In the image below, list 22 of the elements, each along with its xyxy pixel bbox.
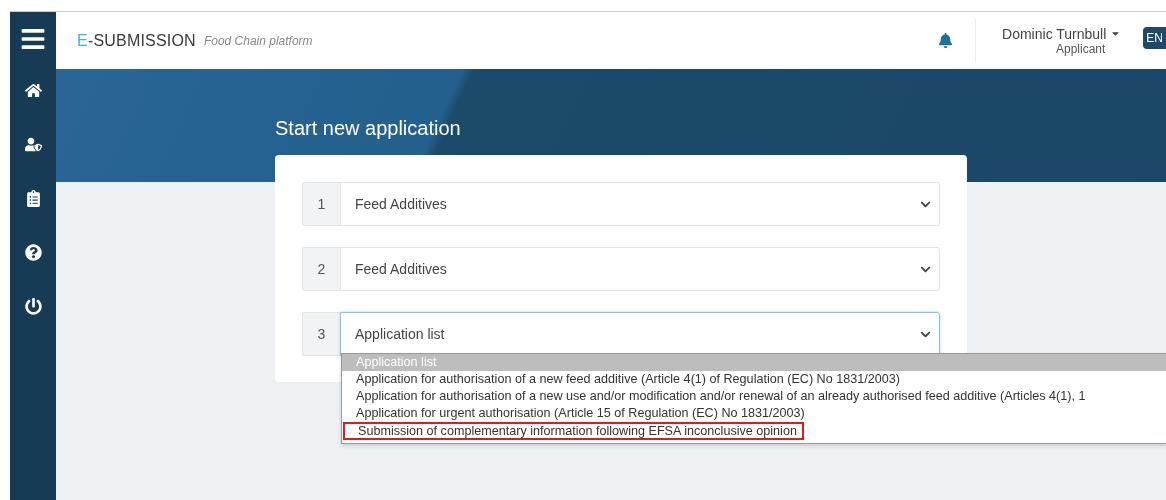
page-title: Start new application: [275, 117, 462, 140]
user-role: Applicant: [1055, 41, 1106, 56]
power-icon[interactable]: [24, 298, 42, 315]
help-icon[interactable]: [24, 244, 42, 261]
select-field[interactable]: Feed Additives: [340, 247, 940, 291]
dropdown-option[interactable]: Application for authorisation of a new feed additive (Article 4(1) of Regulation (EC) No 1831/2003): [342, 371, 1166, 388]
step-number: 2: [302, 247, 340, 291]
step-number: 1: [302, 182, 340, 226]
clipboard-icon[interactable]: [24, 190, 42, 207]
user-shield-icon[interactable]: [24, 136, 42, 153]
language-button[interactable]: EN: [1143, 26, 1166, 49]
bell-icon[interactable]: [938, 33, 954, 48]
dropdown-option[interactable]: Application for urgent authorisation (Article 15 of Regulation (EC) No 1831/2003): [342, 405, 1166, 422]
menu-icon[interactable]: [20, 26, 46, 52]
brand-logo[interactable]: E-SUBMISSION: [77, 31, 196, 50]
home-icon[interactable]: [24, 82, 42, 99]
select-field[interactable]: Feed Additives: [340, 182, 940, 226]
dropdown-option[interactable]: Application for authorisation of a new use and/or modification and/or renewal of an already authorised feed additive (Articles 4(1), 1: [342, 388, 1166, 405]
platform-subtitle: Food Chain platform: [203, 33, 313, 48]
dropdown-option[interactable]: Submission of complementary information following EFSA inconclusive opinion: [343, 422, 804, 440]
step-number: 3: [302, 312, 340, 356]
user-name[interactable]: Dominic Turnbull: [1002, 25, 1107, 42]
